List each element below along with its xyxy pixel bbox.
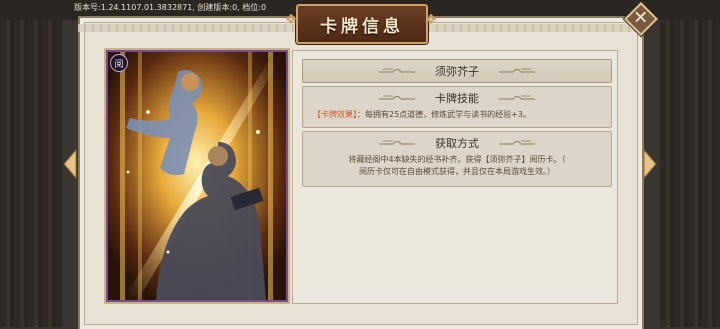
card-illustration	[108, 52, 286, 300]
skill-header: 卡牌技能	[435, 92, 479, 105]
cloud-ornament-icon	[379, 68, 415, 73]
card-name-bar: 须弥芥子	[302, 59, 612, 83]
acquire-text-line1: 将藏经阁中4本缺失的经书补齐。获得【须弥芥子】阅历卡。（	[348, 155, 566, 164]
title-ornament-right-icon: ❖	[424, 12, 438, 28]
effect-text: ：每拥有25点道德，修炼武学与读书的经验+3。	[357, 110, 531, 119]
title-ornament-left-icon: ❖	[284, 12, 298, 28]
close-button[interactable]: ✕	[624, 2, 658, 36]
effect-tag: 【卡牌效果】	[313, 110, 357, 119]
title-plate: 卡牌信息	[296, 4, 428, 44]
acquire-header: 获取方式	[435, 137, 479, 150]
card-artwork	[106, 50, 288, 302]
skill-section: 卡牌技能 【卡牌效果】：每拥有25点道德，修炼武学与读书的经验+3。	[302, 86, 612, 128]
cloud-ornament-icon	[499, 68, 535, 73]
version-text: 版本号:1.24.1107.01.3832871, 创建版本:0, 档位:0	[74, 3, 267, 12]
effect-line: 【卡牌效果】：每拥有25点道德，修炼武学与读书的经验+3。	[303, 109, 611, 120]
cloud-ornament-icon	[499, 95, 535, 100]
background-left	[0, 0, 62, 327]
right-arrow-icon[interactable]	[642, 148, 658, 180]
window-title: 卡牌信息	[320, 16, 404, 37]
cloud-ornament-icon	[379, 140, 415, 145]
acquire-text-line2: 阅历卡仅可在自由模式获得，并且仅在本局游戏生效。）	[359, 167, 555, 176]
card-badge: 阅	[110, 54, 128, 72]
background-right	[660, 0, 720, 327]
cloud-ornament-icon	[379, 95, 415, 100]
acquire-section: 获取方式 将藏经阁中4本缺失的经书补齐。获得【须弥芥子】阅历卡。（ 阅历卡仅可在…	[302, 131, 612, 187]
left-arrow-icon[interactable]	[62, 148, 78, 180]
close-icon: ✕	[624, 2, 658, 36]
cloud-ornament-icon	[499, 140, 535, 145]
card-name: 须弥芥子	[435, 65, 479, 78]
